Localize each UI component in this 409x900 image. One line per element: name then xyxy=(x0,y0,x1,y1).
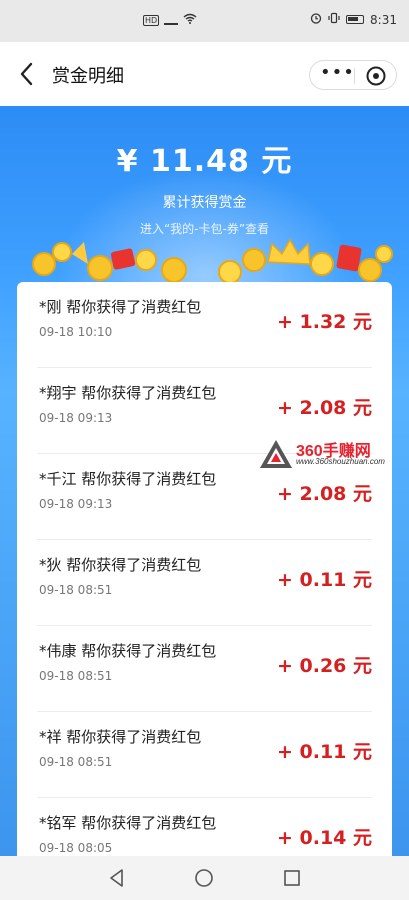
watermark-logo: 360手赚网 www.360shouzhuan.com xyxy=(258,436,398,472)
nav-home-icon[interactable] xyxy=(193,867,215,889)
record-title: *伟康 帮你获得了消费红包 xyxy=(39,642,217,660)
list-item[interactable]: *狄 帮你获得了消费红包 09-18 08:51 + 0.11 元 xyxy=(17,540,392,626)
mini-program-capsule: ••• xyxy=(309,60,397,90)
record-title: *狄 帮你获得了消费红包 xyxy=(39,556,202,574)
back-button[interactable] xyxy=(14,60,40,88)
battery-icon xyxy=(346,15,365,24)
record-title: *翔宇 帮你获得了消费红包 xyxy=(39,384,217,402)
record-time: 09-18 09:13 xyxy=(39,411,113,425)
close-circle-icon xyxy=(366,66,386,86)
total-amount: ¥ 11.48 元 xyxy=(116,144,293,179)
record-amount: + 0.14 元 xyxy=(276,827,372,849)
list-item[interactable]: *祥 帮你获得了消费红包 09-18 08:51 + 0.11 元 xyxy=(17,712,392,798)
nav-bar: 赏金明细 ••• xyxy=(0,42,409,106)
record-title: *祥 帮你获得了消费红包 xyxy=(39,728,202,746)
total-amount-label: 累计获得赏金 xyxy=(162,195,247,211)
reward-list: *刚 帮你获得了消费红包 09-18 10:10 + 1.32 元 *翔宇 帮你… xyxy=(17,282,392,856)
record-time: 09-18 08:05 xyxy=(39,841,113,855)
list-item[interactable]: *刚 帮你获得了消费红包 09-18 10:10 + 1.32 元 xyxy=(17,282,392,368)
reward-banner: ¥ 11.48 元 累计获得赏金 进入“我的-卡包-券”查看 *刚 帮你获得了消… xyxy=(0,106,409,856)
nav-back-icon[interactable] xyxy=(106,867,128,889)
wifi-icon xyxy=(183,13,197,27)
status-icons-right: 8:31 xyxy=(310,12,397,27)
record-amount: + 2.08 元 xyxy=(276,397,372,419)
coins-decoration xyxy=(32,238,393,284)
system-nav-bar xyxy=(0,856,409,900)
record-amount: + 0.11 元 xyxy=(276,741,372,763)
record-amount: + 0.11 元 xyxy=(276,569,372,591)
chevron-left-icon xyxy=(20,62,33,86)
signal-icon xyxy=(164,15,179,25)
record-time: 09-18 08:51 xyxy=(39,669,113,683)
record-time: 09-18 09:13 xyxy=(39,497,113,511)
record-amount: + 1.32 元 xyxy=(276,311,372,333)
record-time: 09-18 08:51 xyxy=(39,583,113,597)
list-item[interactable]: *铭军 帮你获得了消费红包 09-18 08:05 + 0.14 元 xyxy=(17,798,392,856)
hd-icon: HD xyxy=(143,14,160,26)
nav-recents-icon[interactable] xyxy=(281,867,303,889)
record-title: *刚 帮你获得了消费红包 xyxy=(39,298,202,316)
status-icons-left: HD xyxy=(143,13,197,27)
status-time: 8:31 xyxy=(370,12,397,27)
vibrate-icon xyxy=(328,12,340,27)
status-bar: HD 8:31 xyxy=(0,0,409,42)
record-time: 09-18 10:10 xyxy=(39,325,113,339)
record-time: 09-18 08:51 xyxy=(39,755,113,769)
page-title: 赏金明细 xyxy=(52,66,124,87)
alarm-icon xyxy=(310,12,322,27)
list-item[interactable]: *伟康 帮你获得了消费红包 09-18 08:51 + 0.26 元 xyxy=(17,626,392,712)
record-title: *千江 帮你获得了消费红包 xyxy=(39,470,217,488)
record-title: *铭军 帮你获得了消费红包 xyxy=(39,814,217,832)
record-amount: + 2.08 元 xyxy=(276,483,372,505)
more-button[interactable]: ••• xyxy=(320,63,354,87)
watermark-url: www.360shouzhuan.com xyxy=(296,457,385,466)
capsule-divider xyxy=(354,68,355,84)
close-button[interactable] xyxy=(365,65,387,87)
record-amount: + 0.26 元 xyxy=(276,655,372,677)
triangle-logo-icon xyxy=(260,440,292,468)
